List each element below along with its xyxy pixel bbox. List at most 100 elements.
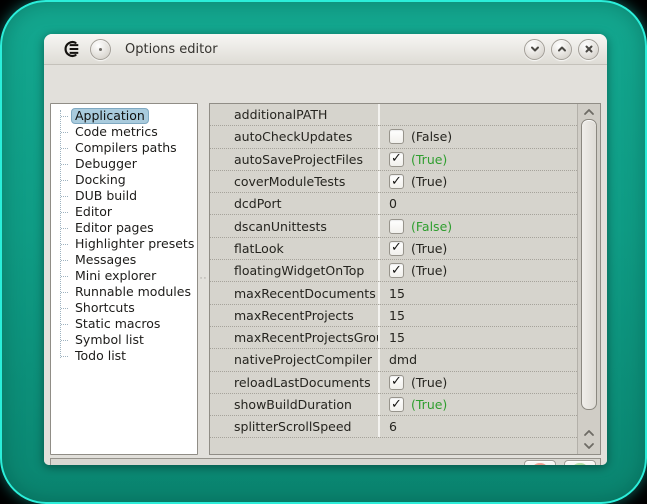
checkbox[interactable] <box>389 241 404 256</box>
property-row[interactable]: autoCheckUpdates (False) <box>210 126 577 148</box>
checkbox[interactable] <box>389 219 404 234</box>
category-label: Shortcuts <box>71 300 139 316</box>
checkbox[interactable] <box>389 152 404 167</box>
category-label: Docking <box>71 172 130 188</box>
checkbox[interactable] <box>389 375 404 390</box>
category-label: DUB build <box>71 188 141 204</box>
sidebar-category-item[interactable]: Shortcuts <box>51 300 197 316</box>
sidebar-category-item[interactable]: Docking <box>51 172 197 188</box>
property-value-cell[interactable]: dmd <box>378 349 577 370</box>
tree-branch-icon <box>61 308 68 309</box>
scroll-down-icon[interactable] <box>578 439 600 452</box>
sidebar-category-item[interactable]: Mini explorer <box>51 268 197 284</box>
property-value: (False) <box>411 219 452 234</box>
property-value: (False) <box>411 129 452 144</box>
property-name: autoCheckUpdates <box>210 129 378 144</box>
sidebar-category-item[interactable]: Symbol list <box>51 332 197 348</box>
tree-branch-icon <box>61 132 68 133</box>
checkbox[interactable] <box>389 397 404 412</box>
property-row[interactable]: flatLook (True) <box>210 238 577 260</box>
property-name: maxRecentProjects <box>210 308 378 323</box>
property-value-cell[interactable] <box>378 104 577 125</box>
property-value-cell[interactable]: (True) <box>378 171 577 192</box>
window-menu-button[interactable] <box>90 39 111 60</box>
sidebar-category-item[interactable]: Editor <box>51 204 197 220</box>
sidebar-category-item[interactable]: Todo list <box>51 348 197 364</box>
sidebar-category-item[interactable]: Static macros <box>51 316 197 332</box>
property-value-cell[interactable]: 15 <box>378 282 577 303</box>
property-value: 15 <box>389 308 405 323</box>
property-value-cell[interactable]: (True) <box>378 149 577 170</box>
tree-branch-icon <box>61 212 68 213</box>
checkbox[interactable] <box>389 174 404 189</box>
property-grid-rows: additionalPATH autoCheckUpdates (False) … <box>210 104 577 454</box>
property-row[interactable]: nativeProjectCompiler dmd <box>210 349 577 371</box>
window-title: Options editor <box>125 42 524 57</box>
property-row[interactable]: showBuildDuration (True) <box>210 394 577 416</box>
accept-button[interactable]: ✓ <box>564 460 596 465</box>
property-name: floatingWidgetOnTop <box>210 263 378 278</box>
sidebar-category-item[interactable]: Application <box>51 108 197 124</box>
property-value-cell[interactable]: (True) <box>378 394 577 415</box>
property-name: reloadLastDocuments <box>210 375 378 390</box>
property-name: additionalPATH <box>210 107 378 122</box>
property-value: 0 <box>389 196 397 211</box>
property-row[interactable]: floatingWidgetOnTop (True) <box>210 260 577 282</box>
property-name: nativeProjectCompiler <box>210 352 378 367</box>
category-tree: Application Code metrics Compilers paths… <box>51 104 197 364</box>
unshade-button[interactable] <box>551 39 572 60</box>
property-row[interactable]: dcdPort 0 <box>210 193 577 215</box>
tree-branch-icon <box>61 196 68 197</box>
panel-splitter[interactable]: ·· <box>198 103 209 455</box>
property-value-cell[interactable]: 15 <box>378 305 577 326</box>
property-name: maxRecentDocuments <box>210 286 378 301</box>
property-value-cell[interactable]: (True) <box>378 260 577 281</box>
category-label: Application <box>71 108 149 124</box>
category-label: Debugger <box>71 156 141 172</box>
property-value-cell[interactable]: (True) <box>378 372 577 393</box>
sidebar-category-item[interactable]: DUB build <box>51 188 197 204</box>
sidebar-category-item[interactable]: Runnable modules <box>51 284 197 300</box>
vertical-scrollbar[interactable] <box>577 104 600 454</box>
property-row[interactable]: splitterScrollSpeed 6 <box>210 416 577 438</box>
sidebar-category-item[interactable]: Messages <box>51 252 197 268</box>
property-name: showBuildDuration <box>210 397 378 412</box>
titlebar[interactable]: Options editor <box>44 34 607 65</box>
property-value-cell[interactable]: 0 <box>378 193 577 214</box>
tree-branch-icon <box>61 276 68 277</box>
tree-branch-icon <box>61 356 68 357</box>
property-value-cell[interactable]: 15 <box>378 327 577 348</box>
sidebar-category-item[interactable]: Highlighter presets <box>51 236 197 252</box>
sidebar-category-item[interactable]: Code metrics <box>51 124 197 140</box>
property-row[interactable]: additionalPATH <box>210 104 577 126</box>
scrollbar-thumb[interactable] <box>581 119 597 410</box>
property-name: dscanUnittests <box>210 219 378 234</box>
dialog-body: Application Code metrics Compilers paths… <box>44 65 607 465</box>
property-value-cell[interactable]: (False) <box>378 215 577 236</box>
property-value-cell[interactable]: (False) <box>378 126 577 147</box>
close-button[interactable] <box>578 39 599 60</box>
shade-button[interactable] <box>524 39 545 60</box>
scroll-up-icon[interactable] <box>578 426 600 439</box>
category-label: Highlighter presets <box>71 236 198 252</box>
property-value-cell[interactable]: (True) <box>378 238 577 259</box>
property-value: 15 <box>389 330 405 345</box>
property-value: dmd <box>389 352 417 367</box>
property-row[interactable]: coverModuleTests (True) <box>210 171 577 193</box>
checkbox[interactable] <box>389 129 404 144</box>
scroll-up-icon[interactable] <box>578 105 600 118</box>
property-row[interactable]: reloadLastDocuments (True) <box>210 372 577 394</box>
sidebar-category-item[interactable]: Debugger <box>51 156 197 172</box>
property-row[interactable]: maxRecentProjects 15 <box>210 305 577 327</box>
sidebar-category-item[interactable]: Compilers paths <box>51 140 197 156</box>
checkbox[interactable] <box>389 263 404 278</box>
property-value-cell[interactable]: 6 <box>378 416 577 437</box>
property-row[interactable]: autoSaveProjectFiles (True) <box>210 149 577 171</box>
property-row[interactable]: maxRecentProjectsGrou 15 <box>210 327 577 349</box>
sidebar-category-item[interactable]: Editor pages <box>51 220 197 236</box>
property-row[interactable]: maxRecentDocuments 15 <box>210 282 577 304</box>
category-label: Compilers paths <box>71 140 181 156</box>
property-row[interactable]: dscanUnittests (False) <box>210 215 577 237</box>
cancel-button[interactable]: ✕ <box>524 460 556 465</box>
tree-branch-icon <box>61 180 68 181</box>
